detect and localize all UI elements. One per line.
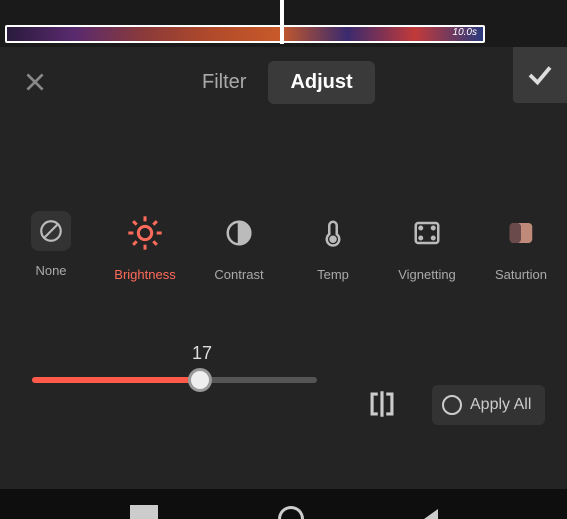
slider-value: 17: [187, 343, 217, 364]
system-nav-bar: [0, 489, 567, 519]
slider-track[interactable]: [32, 377, 317, 383]
brightness-slider[interactable]: 17: [32, 377, 322, 383]
option-brightness[interactable]: Brightness: [114, 211, 176, 282]
tab-bar: Filter Adjust: [180, 61, 375, 104]
option-none[interactable]: None: [20, 211, 82, 278]
option-label: Temp: [317, 267, 349, 282]
none-icon: [31, 211, 71, 251]
close-button[interactable]: [0, 47, 70, 117]
nav-back-icon[interactable]: [424, 509, 438, 519]
timeline-strip[interactable]: [5, 25, 485, 43]
option-label: Contrast: [214, 267, 263, 282]
close-icon: [22, 69, 48, 95]
nav-recent-icon[interactable]: [130, 505, 158, 519]
option-label: Vignetting: [398, 267, 456, 282]
adjust-options: None Brightness Contrast Temp: [0, 211, 567, 311]
editor-stage: 10.0s Filter Adjust None: [0, 0, 567, 519]
option-label: Brightness: [114, 267, 175, 282]
option-label: None: [35, 263, 66, 278]
option-vignetting[interactable]: Vignetting: [396, 211, 458, 282]
slider-knob[interactable]: [188, 368, 212, 392]
option-label: Saturtion: [495, 267, 547, 282]
tab-filter[interactable]: Filter: [180, 61, 268, 104]
top-bar: Filter Adjust: [0, 47, 567, 117]
saturation-icon: [499, 211, 543, 255]
tab-adjust[interactable]: Adjust: [268, 61, 374, 104]
clip-duration: 10.0s: [453, 27, 477, 38]
confirm-button[interactable]: [513, 47, 567, 103]
circle-icon: [442, 395, 462, 415]
option-contrast[interactable]: Contrast: [208, 211, 270, 282]
temperature-icon: [311, 211, 355, 255]
apply-all-label: Apply All: [470, 396, 531, 414]
apply-all-button[interactable]: Apply All: [432, 385, 545, 425]
compare-icon: [365, 387, 399, 421]
playhead[interactable]: [280, 0, 284, 44]
option-temp[interactable]: Temp: [302, 211, 364, 282]
slider-fill: [32, 377, 197, 383]
check-icon: [525, 60, 555, 90]
nav-home-icon[interactable]: [278, 506, 304, 519]
contrast-icon: [217, 211, 261, 255]
option-saturation[interactable]: Saturtion: [490, 211, 552, 282]
vignetting-icon: [405, 211, 449, 255]
brightness-icon: [123, 211, 167, 255]
compare-button[interactable]: [360, 382, 404, 426]
adjust-panel: Filter Adjust None Brightness: [0, 47, 567, 519]
